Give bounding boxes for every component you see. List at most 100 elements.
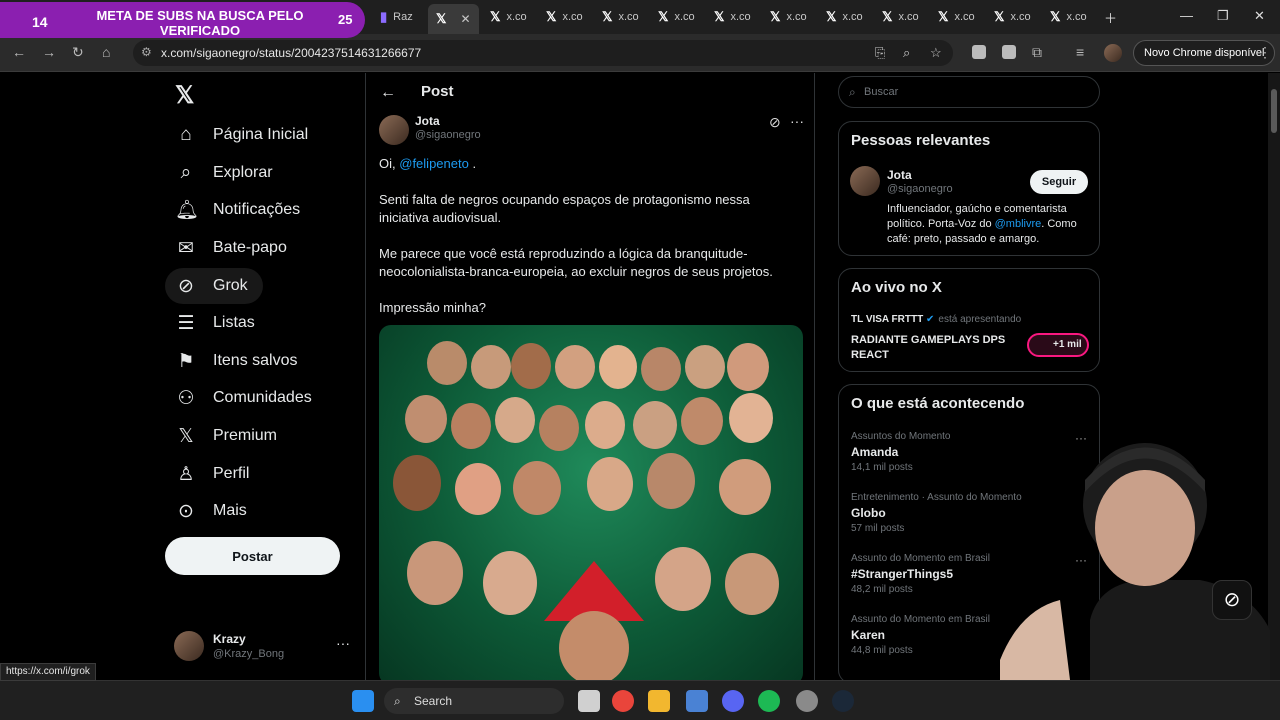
task-view-icon[interactable] — [578, 690, 600, 712]
nav-label: Grok — [213, 277, 248, 294]
grok-icon[interactable]: ⊘ — [769, 114, 781, 131]
post-image[interactable] — [379, 325, 803, 680]
face-shape — [495, 397, 535, 443]
mention-link[interactable]: @mblivre — [995, 218, 1042, 230]
face-shape — [393, 455, 441, 511]
file-explorer-icon[interactable] — [648, 690, 670, 712]
nav-explore[interactable]: ⌕ Explorar — [165, 155, 283, 191]
reload-icon[interactable]: ↻ — [72, 44, 84, 61]
nav-label: Bate-papo — [213, 239, 287, 256]
home-icon[interactable]: ⌂ — [102, 44, 110, 60]
bookmark-icon: ⚑ — [177, 350, 195, 372]
tab-0[interactable]: ▮ Raz — [380, 6, 413, 28]
tab-4[interactable]: 𝕏x.co — [658, 6, 695, 28]
face-shape — [471, 345, 511, 389]
nav-more[interactable]: ⊙ Mais — [165, 493, 257, 529]
avatar[interactable] — [850, 166, 880, 196]
nav-communities[interactable]: ⚇ Comunidades — [165, 380, 322, 416]
settings-icon[interactable] — [796, 690, 818, 712]
nav-label: Página Inicial — [213, 126, 309, 143]
search-input[interactable]: ⌕ Buscar — [838, 76, 1100, 108]
tab-2[interactable]: 𝕏x.co — [546, 6, 583, 28]
follow-button[interactable]: Seguir — [1030, 170, 1088, 194]
site-info-icon[interactable]: ⚙ — [141, 45, 152, 59]
author-name[interactable]: Jota — [415, 114, 440, 128]
nav-lists[interactable]: ☰ Listas — [165, 305, 265, 341]
x-logo-icon: 𝕏 — [882, 9, 893, 24]
tab-strip: 14 META DE SUBS NA BUSCA PELO VERIFICADO… — [0, 0, 1280, 38]
avatar[interactable] — [379, 115, 409, 145]
tab-6[interactable]: 𝕏x.co — [770, 6, 807, 28]
chrome-update-button[interactable]: Novo Chrome disponível — [1133, 40, 1276, 66]
store-icon[interactable] — [686, 690, 708, 712]
tab-10[interactable]: 𝕏x.co — [994, 6, 1031, 28]
windows-start-icon[interactable] — [352, 690, 374, 712]
nav-bookmarks[interactable]: ⚑ Itens salvos — [165, 343, 307, 379]
face-shape — [555, 345, 595, 389]
person-name[interactable]: Jota — [887, 168, 912, 182]
taskbar-search[interactable]: ⌕ Search — [384, 688, 564, 714]
card-title: Pessoas relevantes — [851, 132, 991, 149]
nav-label: Mais — [213, 502, 247, 519]
extensions-puzzle-icon[interactable]: ⧉ — [1032, 44, 1042, 61]
profile-avatar[interactable] — [1104, 44, 1122, 62]
tab-11[interactable]: 𝕏x.co — [1050, 6, 1087, 28]
steam-icon[interactable] — [832, 690, 854, 712]
verified-badge-icon: ✔ — [926, 314, 935, 325]
nav-notifications[interactable]: 🔔︎ Notificações — [165, 192, 310, 228]
face-shape — [681, 397, 723, 445]
back-arrow-icon[interactable]: ← — [380, 84, 396, 102]
face-shape — [405, 395, 447, 443]
listeners-pill[interactable]: +1 mil — [1027, 333, 1089, 357]
account-switcher[interactable]: Krazy @Krazy_Bong ··· — [174, 629, 354, 663]
extension-icon[interactable] — [1002, 45, 1016, 59]
discord-icon[interactable] — [722, 690, 744, 712]
address-bar[interactable]: ⚙ x.com/sigaonegro/status/20042375146312… — [133, 40, 953, 66]
nav-grok[interactable]: ⊘ Grok — [165, 268, 263, 304]
extension-icon[interactable] — [972, 45, 986, 59]
x-logo-icon: 𝕏 — [546, 9, 557, 24]
tab-1[interactable]: 𝕏x.co — [490, 6, 527, 28]
install-icon[interactable]: ⎘ — [875, 45, 885, 61]
tab-9[interactable]: 𝕏x.co — [938, 6, 975, 28]
forward-icon[interactable]: → — [42, 44, 56, 60]
nav-premium[interactable]: 𝕏 Premium — [165, 418, 287, 454]
more-options-icon[interactable]: ··· — [336, 635, 350, 651]
more-options-icon[interactable]: ··· — [790, 113, 804, 129]
tab-5[interactable]: 𝕏x.co — [714, 6, 751, 28]
face-shape — [725, 553, 779, 615]
new-tab-icon[interactable]: ＋ — [1104, 8, 1117, 27]
author-handle[interactable]: @sigaonegro — [415, 129, 481, 141]
live-card[interactable]: Ao vivo no X TL VISA FRTTT ✔ está apresen… — [838, 268, 1100, 372]
back-icon[interactable]: ← — [12, 44, 26, 60]
nav-profile[interactable]: ♙ Perfil — [165, 456, 259, 492]
url-text[interactable]: x.com/sigaonegro/status/2004237514631266… — [161, 46, 421, 60]
person-handle[interactable]: @sigaonegro — [887, 183, 953, 195]
nav-chat[interactable]: ✉ Bate-papo — [165, 230, 297, 266]
close-window-icon[interactable]: ✕ — [1254, 8, 1265, 24]
chrome-icon[interactable] — [612, 690, 634, 712]
x-logo-icon[interactable]: 𝕏 — [175, 81, 194, 110]
tab-7[interactable]: 𝕏x.co — [826, 6, 863, 28]
presenting-text: está apresentando — [938, 314, 1022, 325]
tab-active[interactable]: 𝕏 ✕ — [428, 4, 479, 34]
post-button[interactable]: Postar — [165, 537, 340, 575]
minimize-icon[interactable]: — — [1180, 8, 1193, 23]
restore-icon[interactable]: ❐ — [1217, 8, 1229, 24]
scrollbar-thumb[interactable] — [1271, 89, 1277, 133]
tab-close-icon[interactable]: ✕ — [460, 12, 470, 26]
bookmark-star-icon[interactable]: ☆ — [930, 45, 942, 61]
goal-text: META DE SUBS NA BUSCA PELO VERIFICADO — [96, 8, 304, 38]
chrome-menu-icon[interactable]: ⋮ — [1258, 44, 1272, 61]
avatar — [174, 631, 204, 661]
mention-link[interactable]: @felipeneto — [399, 156, 469, 171]
tab-8[interactable]: 𝕏x.co — [882, 6, 919, 28]
zoom-icon[interactable]: ⌕ — [903, 45, 910, 61]
nav-home[interactable]: ⌂ Página Inicial — [165, 117, 318, 153]
media-control-icon[interactable]: ≡ — [1076, 44, 1084, 60]
tab-label: x.co — [1010, 11, 1031, 23]
tab-3[interactable]: 𝕏x.co — [602, 6, 639, 28]
spotify-icon[interactable] — [758, 690, 780, 712]
grok-floating-button[interactable]: ⊘ — [1212, 580, 1252, 620]
nav-label: Listas — [213, 314, 255, 331]
